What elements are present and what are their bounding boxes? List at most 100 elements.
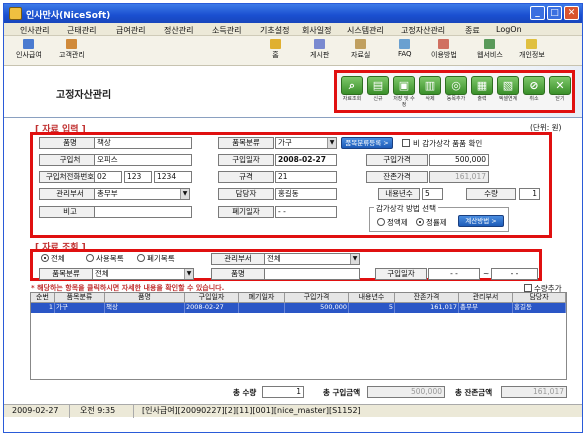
maximize-button[interactable]: □ <box>547 6 562 20</box>
add-item-button[interactable]: ◎ 동목추가 <box>443 76 469 110</box>
search-date-label: 구입일자 <box>375 268 427 280</box>
manager-field[interactable]: 홍길동 <box>275 188 337 200</box>
filter-in-use-radio[interactable] <box>86 254 94 262</box>
no-depreciation-label: 비 감가상각 품품 확인 <box>413 139 483 148</box>
col-header[interactable]: 품목분류 <box>55 293 105 303</box>
purchase-price-label: 구입가격 <box>366 154 428 166</box>
tb-customer[interactable]: 고객관리 <box>59 38 85 64</box>
close-button[interactable]: ✕ <box>564 6 579 20</box>
action-label: 닫기 <box>555 96 565 102</box>
purchaser-label: 구입처 <box>39 154 101 166</box>
query-button[interactable]: ⌕ 자료조회 <box>339 76 365 110</box>
table-cell[interactable]: 총무부 <box>459 303 513 313</box>
phone-field-1[interactable]: 02 <box>94 171 122 183</box>
total-qty-label: 총 수량 <box>233 388 257 397</box>
method-straight-radio[interactable] <box>377 218 385 226</box>
search-name-field[interactable] <box>264 268 360 280</box>
search-date-to[interactable]: - - <box>491 268 538 280</box>
phone-field-3[interactable]: 1234 <box>154 171 192 183</box>
col-header[interactable]: 순번 <box>31 293 55 303</box>
table-cell[interactable]: 홍길동 <box>513 303 566 313</box>
table-cell[interactable] <box>239 303 285 313</box>
print-icon: ▦ <box>471 76 493 95</box>
category-label: 품목분류 <box>218 137 274 149</box>
no-depreciation-checkbox[interactable] <box>402 139 410 147</box>
tb-howto[interactable]: 이용방법 <box>431 38 457 64</box>
search-dept-value: 전체 <box>267 254 281 263</box>
qty-add-checkbox[interactable] <box>524 284 532 292</box>
delete-button[interactable]: ▥ 삭제 <box>417 76 443 110</box>
search-category-select[interactable]: 전체 ▼ <box>92 268 194 280</box>
search-category-value: 전체 <box>95 269 109 278</box>
spec-field[interactable]: 21 <box>275 171 337 183</box>
residual-field: 161,017 <box>429 171 489 183</box>
cancel-button[interactable]: ⊘ 취소 <box>521 76 547 110</box>
item-name-label: 품명 <box>39 137 101 149</box>
print-button[interactable]: ▦ 출력 <box>469 76 495 110</box>
col-header[interactable]: 구입가격 <box>285 293 349 303</box>
search-date-from[interactable]: - - <box>428 268 480 280</box>
category-register-button[interactable]: 품목분류등록 > <box>341 137 393 149</box>
tb-board[interactable]: 게시판 <box>310 38 329 64</box>
col-header[interactable]: 담당자 <box>513 293 566 303</box>
qty-field[interactable]: 1 <box>519 188 540 200</box>
menu-fixed-assets[interactable]: 고정자산관리 <box>401 25 445 36</box>
tb-library[interactable]: 자료실 <box>351 38 370 64</box>
menu-payroll[interactable]: 급여관리 <box>116 25 145 36</box>
menu-settlement[interactable]: 정산관리 <box>164 25 193 36</box>
purchase-date-field[interactable]: 2008-02-27 <box>275 154 337 166</box>
menu-exit[interactable]: 종료 <box>465 25 480 36</box>
excel-button[interactable]: ▧ 엑셀연계 <box>495 76 521 110</box>
menu-system[interactable]: 시스템관리 <box>347 25 384 36</box>
minimize-button[interactable]: _ <box>530 6 545 20</box>
table-cell[interactable]: 책상 <box>105 303 185 313</box>
chevron-down-icon: ▼ <box>180 189 189 199</box>
residual-label: 잔존가격 <box>366 171 428 183</box>
item-name-field[interactable]: 책상 <box>94 137 192 149</box>
col-header[interactable]: 품명 <box>105 293 185 303</box>
menu-hr[interactable]: 인사관리 <box>20 25 49 36</box>
tb-payroll[interactable]: 인사급여 <box>16 38 42 64</box>
menu-schedule[interactable]: 회사일정 <box>302 25 331 36</box>
phone-field-2[interactable]: 123 <box>124 171 152 183</box>
menu-income[interactable]: 소득관리 <box>212 25 241 36</box>
category-select[interactable]: 가구 ▼ <box>275 137 337 149</box>
life-field[interactable]: 5 <box>422 188 443 200</box>
new-button[interactable]: ▤ 신규 <box>365 76 391 110</box>
save-button[interactable]: ▣ 저장 및 수정 <box>391 76 417 110</box>
calc-method-button[interactable]: 계산방법 > <box>458 215 504 227</box>
col-header[interactable]: 관리부서 <box>459 293 513 303</box>
menu-logon[interactable]: LogOn <box>496 25 522 34</box>
note-field[interactable] <box>94 206 192 218</box>
table-cell[interactable]: 500,000 <box>285 303 349 313</box>
tb-home[interactable]: 홈 <box>270 38 281 64</box>
table-cell[interactable]: 161,017 <box>395 303 459 313</box>
tb-personal[interactable]: 개인정보 <box>519 38 545 64</box>
col-header[interactable]: 내용년수 <box>349 293 395 303</box>
exit-button[interactable]: ✕ 닫기 <box>547 76 573 110</box>
table-cell[interactable]: 2008-02-27 <box>185 303 239 313</box>
filter-all-radio[interactable] <box>41 254 49 262</box>
title-bar: 인사만사(NiceSoft) _ □ ✕ <box>4 4 582 23</box>
add-icon: ◎ <box>445 76 467 95</box>
tb-faq[interactable]: FAQ <box>398 38 412 64</box>
table-cell[interactable]: 1 <box>31 303 55 313</box>
tb-label: 홈 <box>272 51 279 59</box>
disposal-date-field[interactable]: - - <box>275 206 337 218</box>
col-header[interactable]: 폐기일자 <box>239 293 285 303</box>
action-label: 저장 및 수정 <box>393 96 415 108</box>
search-dept-select[interactable]: 전체 ▼ <box>264 253 360 265</box>
col-header[interactable]: 구입일자 <box>185 293 239 303</box>
table-cell[interactable]: 5 <box>349 303 395 313</box>
dept-select[interactable]: 총무부 ▼ <box>94 188 190 200</box>
purchaser-field[interactable]: 오피스 <box>94 154 192 166</box>
filter-disposed-radio[interactable] <box>137 254 145 262</box>
table-cell[interactable]: 가구 <box>55 303 105 313</box>
spec-label: 규격 <box>218 171 274 183</box>
tb-webservice[interactable]: 웹서비스 <box>477 38 503 64</box>
menu-attendance[interactable]: 근태관리 <box>67 25 96 36</box>
col-header[interactable]: 잔존가격 <box>395 293 459 303</box>
method-declining-radio[interactable] <box>416 218 424 226</box>
purchase-price-field[interactable]: 500,000 <box>429 154 489 166</box>
menu-basic-settings[interactable]: 기초설정 <box>260 25 289 36</box>
